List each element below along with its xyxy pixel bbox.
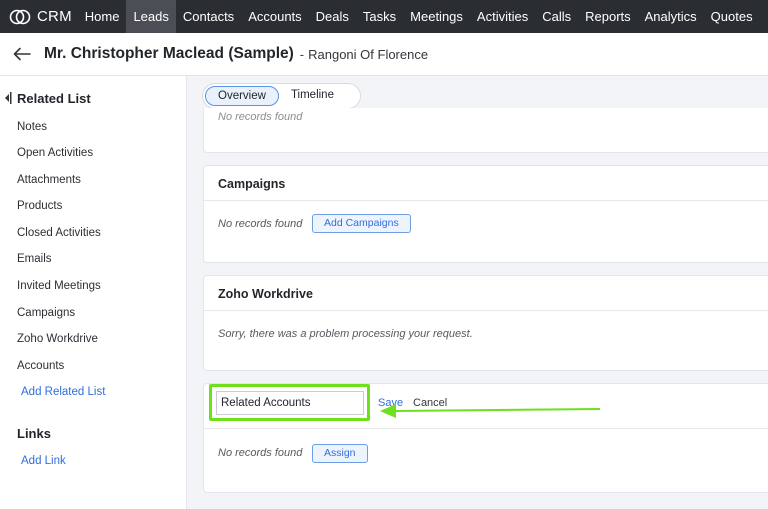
- related-list-sidebar: Related List Notes Open Activities Attac…: [0, 76, 187, 509]
- campaigns-title: Campaigns: [218, 177, 286, 191]
- record-title: Mr. Christopher Maclead (Sample): [44, 45, 294, 62]
- add-link-link[interactable]: Add Link: [21, 455, 66, 467]
- nav-home[interactable]: Home: [78, 0, 127, 33]
- related-list-name-input[interactable]: Related Accounts: [216, 391, 364, 415]
- sidebar-item-notes[interactable]: Notes: [17, 121, 47, 133]
- nav-analytics[interactable]: Analytics: [638, 0, 704, 33]
- record-title-separator: -: [299, 46, 305, 62]
- nav-contacts[interactable]: Contacts: [176, 0, 241, 33]
- add-campaigns-button[interactable]: Add Campaigns: [312, 214, 411, 233]
- nav-meetings[interactable]: Meetings: [403, 0, 470, 33]
- card-divider: [204, 428, 768, 429]
- nav-calls[interactable]: Calls: [535, 0, 578, 33]
- highlight-box: Related Accounts: [209, 384, 370, 421]
- tab-overview[interactable]: Overview: [205, 86, 279, 106]
- nav-reports[interactable]: Reports: [578, 0, 638, 33]
- nav-quotes[interactable]: Quotes: [704, 0, 760, 33]
- campaigns-empty-text: No records found: [218, 218, 303, 230]
- back-arrow-icon: [13, 47, 31, 61]
- campaigns-card: Campaigns No records found Add Campaigns: [203, 165, 768, 263]
- sidebar-item-accounts[interactable]: Accounts: [17, 360, 64, 372]
- sidebar-item-campaigns[interactable]: Campaigns: [17, 307, 75, 319]
- sidebar-item-products[interactable]: Products: [17, 200, 62, 212]
- zoho-workdrive-title: Zoho Workdrive: [218, 287, 313, 301]
- back-button[interactable]: [0, 33, 44, 76]
- more-menu-icon[interactable]: •••: [760, 0, 768, 33]
- green-arrow-annotation: [380, 404, 601, 418]
- partial-related-card: No records found: [203, 108, 768, 153]
- record-subtitle: Rangoni Of Florence: [308, 46, 429, 62]
- sidebar-item-closed-activities[interactable]: Closed Activities: [17, 227, 101, 239]
- app-name: CRM: [37, 8, 72, 25]
- nav-leads[interactable]: Leads: [126, 0, 176, 33]
- zoho-crm-logo-icon: [9, 9, 31, 24]
- links-heading: Links: [17, 426, 51, 441]
- accounts-empty-text: No records found: [218, 447, 303, 459]
- add-related-list-link[interactable]: Add Related List: [21, 386, 105, 398]
- card-divider: [204, 310, 768, 311]
- tab-timeline[interactable]: Timeline: [279, 86, 346, 106]
- view-toggle: Overview Timeline: [202, 83, 361, 109]
- card-divider: [204, 200, 768, 201]
- assign-button[interactable]: Assign: [312, 444, 368, 463]
- nav-tasks[interactable]: Tasks: [356, 0, 403, 33]
- workdrive-error-text: Sorry, there was a problem processing yo…: [218, 328, 473, 340]
- nav-accounts[interactable]: Accounts: [241, 0, 308, 33]
- sidebar-item-emails[interactable]: Emails: [17, 253, 52, 265]
- crm-logo[interactable]: CRM: [0, 0, 78, 33]
- nav-deals[interactable]: Deals: [309, 0, 356, 33]
- sidebar-item-attachments[interactable]: Attachments: [17, 174, 81, 186]
- empty-state-text: No records found: [218, 111, 303, 123]
- related-list-heading: Related List: [17, 91, 91, 106]
- record-header: Mr. Christopher Maclead (Sample) - Rango…: [0, 33, 768, 76]
- zoho-workdrive-card: Zoho Workdrive Sorry, there was a proble…: [203, 275, 768, 371]
- nav-activities[interactable]: Activities: [470, 0, 535, 33]
- top-navigation-bar: CRM Home Leads Contacts Accounts Deals T…: [0, 0, 768, 33]
- sidebar-item-zoho-workdrive[interactable]: Zoho Workdrive: [17, 333, 98, 345]
- collapse-sidebar-icon[interactable]: [3, 91, 13, 110]
- sidebar-item-open-activities[interactable]: Open Activities: [17, 147, 93, 159]
- sidebar-item-invited-meetings[interactable]: Invited Meetings: [17, 280, 101, 292]
